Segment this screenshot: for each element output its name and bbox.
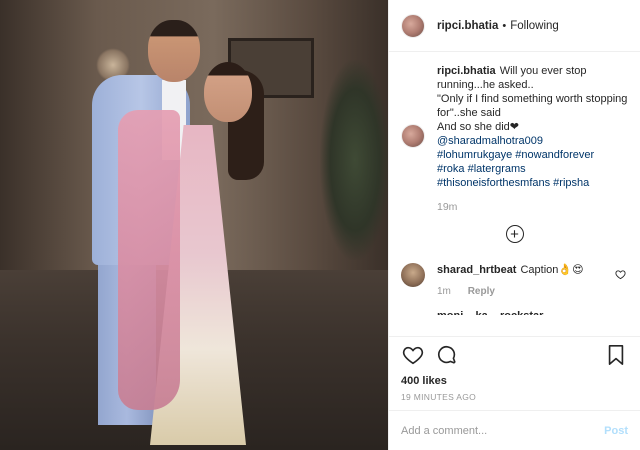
hashtag-link[interactable]: #roka #latergrams (437, 162, 628, 176)
caption-line: "Only if I find something worth stopping… (437, 93, 628, 119)
hashtag-link[interactable]: #lohumrukgaye #nowandforever (437, 148, 628, 162)
author-avatar[interactable] (401, 13, 425, 38)
likes-count[interactable]: 400 likes (389, 372, 640, 390)
comment-like-heart-icon[interactable] (615, 269, 626, 283)
comment-body: sharad_hrtbeat Caption👌😍 1m Reply (437, 263, 584, 297)
comment-input[interactable] (401, 424, 605, 437)
load-more-comments[interactable]: + (401, 225, 628, 247)
caption-avatar[interactable] (401, 124, 425, 148)
following-button[interactable]: Following (510, 20, 559, 32)
post-comment-button[interactable]: Post (604, 425, 628, 437)
bookmark-icon[interactable] (604, 343, 628, 367)
photo-woman-dupatta (118, 110, 180, 410)
comment-timestamp[interactable]: 1m (437, 286, 451, 297)
header-separator: • (502, 19, 507, 32)
reply-button[interactable]: Reply (468, 286, 495, 297)
truncated-comment-username[interactable]: moni__ka__rockstar (437, 309, 628, 315)
caption: ripci.bhatia Will you ever stop running..… (401, 64, 628, 190)
caption-text: ripci.bhatia Will you ever stop running..… (437, 64, 628, 190)
post-timestamp[interactable]: 19 MINUTES AGO (389, 390, 640, 410)
author-username[interactable]: ripci.bhatia (437, 20, 498, 32)
commenter-username[interactable]: sharad_hrtbeat (437, 264, 516, 276)
caption-username[interactable]: ripci.bhatia (437, 65, 496, 77)
post-header: ripci.bhatia • Following (389, 0, 640, 52)
caption-line: And so she did❤ (437, 121, 519, 133)
plus-circle-icon[interactable]: + (505, 225, 524, 243)
photo-plant (320, 60, 388, 260)
comment-text: Caption👌😍 (520, 264, 584, 276)
add-comment-bar: Post (389, 410, 640, 450)
comment-icon[interactable] (435, 343, 459, 367)
comment: sharad_hrtbeat Caption👌😍 1m Reply (401, 263, 628, 297)
photo-woman-head (204, 62, 252, 122)
caption-timestamp[interactable]: 19m (437, 201, 628, 213)
instagram-post: ripci.bhatia • Following ripci.bhatia Wil… (0, 0, 640, 450)
commenter-avatar[interactable] (401, 263, 425, 287)
post-side-panel: ripci.bhatia • Following ripci.bhatia Wil… (388, 0, 640, 450)
hashtag-link[interactable]: #thisoneisforthesmfans #ripsha (437, 176, 628, 190)
post-actions (389, 336, 640, 372)
heart-icon[interactable] (401, 343, 425, 367)
post-photo[interactable] (0, 0, 388, 450)
comments-section[interactable]: ripci.bhatia Will you ever stop running..… (389, 52, 640, 336)
photo-man-head (148, 20, 200, 82)
comment-meta: 1m Reply (437, 286, 584, 297)
mention-link[interactable]: @sharadmalhotra009 (437, 134, 628, 148)
